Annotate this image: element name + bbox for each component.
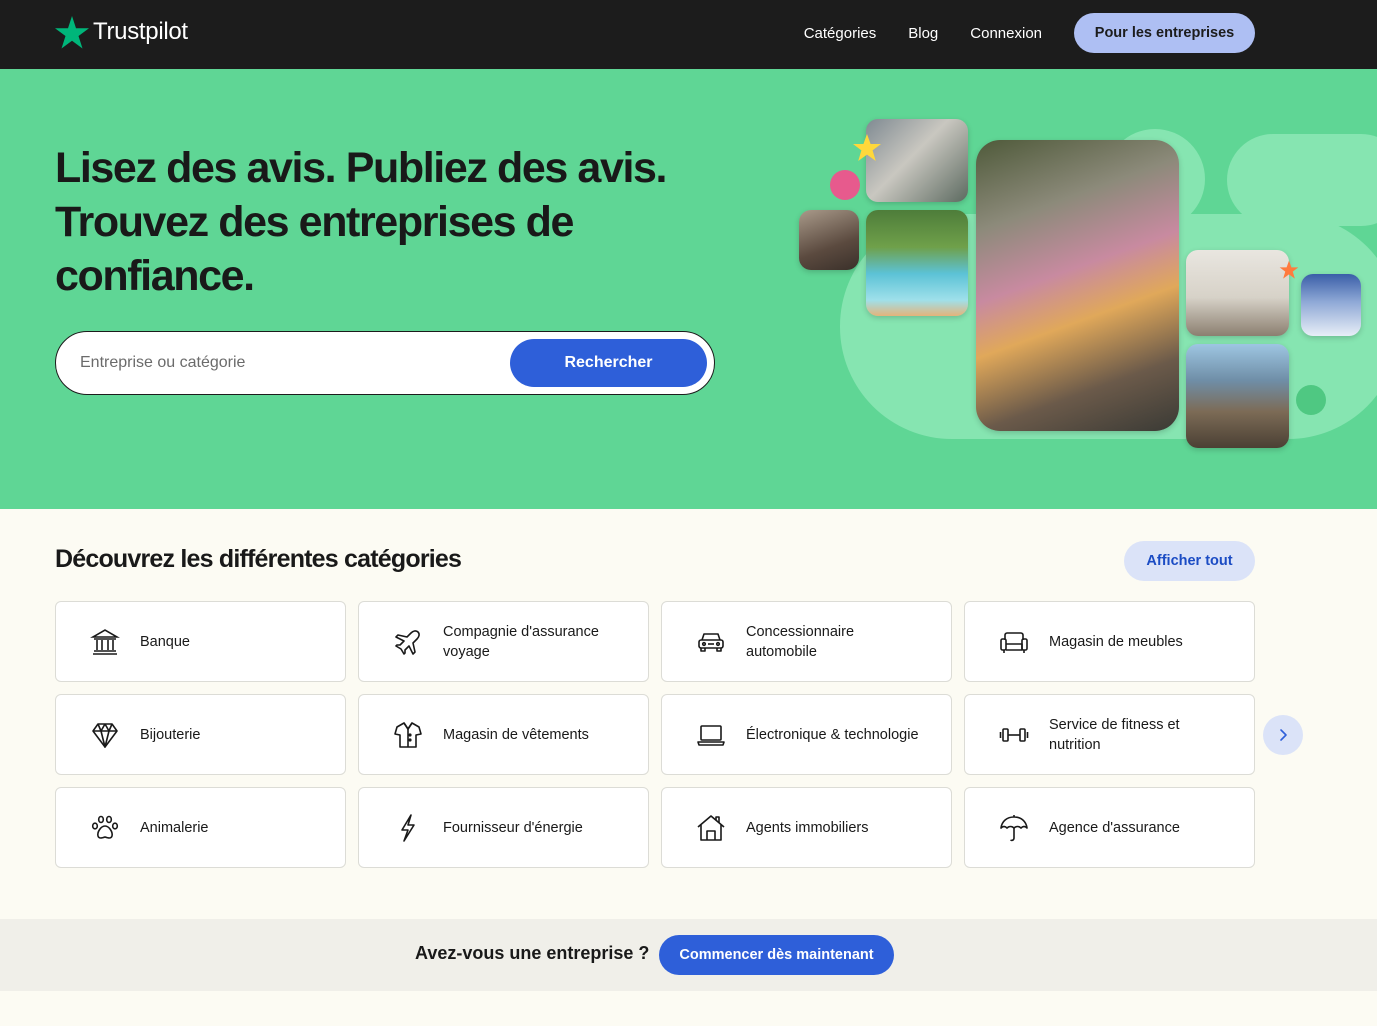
business-cta-band: Avez-vous une entreprise ? Commencer dès… — [0, 919, 1377, 991]
category-label: Concessionnaire automobile — [746, 623, 855, 660]
sofa-icon — [998, 626, 1030, 658]
category-card-insurance-agency[interactable]: Agence d'assurance — [964, 787, 1255, 868]
airplane-icon — [392, 626, 424, 658]
trustpilot-star-icon — [55, 15, 89, 48]
trustpilot-logo[interactable]: Trustpilot — [55, 14, 188, 50]
chevron-right-icon — [1280, 729, 1287, 741]
category-label: Électronique & technologie — [746, 726, 919, 743]
show-all-button[interactable]: Afficher tout — [1124, 541, 1255, 581]
category-card-travel-insurance[interactable]: Compagnie d'assurance voyage — [358, 601, 649, 682]
hero-title-line-3: confiance. — [55, 252, 255, 300]
laptop-icon — [695, 719, 727, 751]
category-label: Bijouterie — [140, 726, 201, 743]
category-card-car-dealer[interactable]: Concessionnaire automobile — [661, 601, 952, 682]
category-label: Compagnie d'assurance voyage — [443, 623, 599, 660]
search-bar: Rechercher — [55, 331, 715, 395]
nav-blog-link[interactable]: Blog — [908, 25, 938, 42]
get-started-button[interactable]: Commencer dès maintenant — [659, 935, 894, 975]
category-label: Agence d'assurance — [1049, 819, 1180, 836]
categories-next-button[interactable] — [1263, 715, 1303, 755]
dumbbell-icon — [998, 719, 1030, 751]
category-card-jewelry[interactable]: Bijouterie — [55, 694, 346, 775]
business-question-text: Avez-vous une entreprise ? — [415, 943, 650, 963]
shirt-icon — [392, 719, 424, 751]
category-card-clothing-store[interactable]: Magasin de vêtements — [358, 694, 649, 775]
for-businesses-button[interactable]: Pour les entreprises — [1074, 13, 1255, 53]
hero-photo-pool — [866, 210, 968, 316]
header-nav: Catégories Blog Connexion Pour les entre… — [804, 13, 1255, 53]
search-button[interactable]: Rechercher — [510, 339, 707, 387]
category-label: Magasin de vêtements — [443, 726, 589, 743]
yellow-star-icon — [853, 134, 881, 161]
nav-login-link[interactable]: Connexion — [970, 25, 1042, 42]
category-label: Banque — [140, 633, 190, 650]
category-card-energy-supplier[interactable]: Fournisseur d'énergie — [358, 787, 649, 868]
category-label: Agents immobiliers — [746, 819, 869, 836]
paw-icon — [89, 812, 121, 844]
lightning-icon — [392, 812, 424, 844]
diamond-icon — [89, 719, 121, 751]
hero-photo-portrait-man — [799, 210, 859, 270]
hero-photo-snow-landscape — [1301, 274, 1361, 336]
hero-photo-flower-shop — [976, 140, 1179, 431]
hero-photo-room-shelves — [1186, 250, 1289, 336]
category-card-real-estate[interactable]: Agents immobiliers — [661, 787, 952, 868]
hero-title-line-1: Lisez des avis. Publiez des avis. — [55, 144, 667, 192]
category-label: Animalerie — [140, 819, 209, 836]
category-label: Service de fitness et nutrition — [1049, 716, 1180, 753]
orange-star-icon — [1279, 260, 1299, 279]
nav-categories-link[interactable]: Catégories — [804, 25, 877, 42]
hero-photo-hiker-selfie — [1186, 344, 1289, 448]
car-icon — [695, 626, 727, 658]
search-input[interactable] — [78, 332, 498, 393]
categories-grid: Banque Compagnie d'assurance voyage Conc… — [55, 601, 1255, 868]
umbrella-icon — [998, 812, 1030, 844]
category-label: Fournisseur d'énergie — [443, 819, 583, 836]
hero-title: Lisez des avis. Publiez des avis. Trouve… — [55, 141, 745, 303]
house-icon — [695, 812, 727, 844]
logo-text: Trustpilot — [93, 18, 188, 45]
top-navigation-bar: Trustpilot Catégories Blog Connexion Pou… — [0, 0, 1377, 69]
category-card-fitness[interactable]: Service de fitness et nutrition — [964, 694, 1255, 775]
category-card-pet-store[interactable]: Animalerie — [55, 787, 346, 868]
category-label: Magasin de meubles — [1049, 633, 1183, 650]
hero-section: Lisez des avis. Publiez des avis. Trouve… — [0, 69, 1377, 509]
category-card-bank[interactable]: Banque — [55, 601, 346, 682]
bank-icon — [89, 626, 121, 658]
category-card-furniture-store[interactable]: Magasin de meubles — [964, 601, 1255, 682]
hero-title-line-2: Trouvez des entreprises de — [55, 198, 574, 246]
category-card-electronics[interactable]: Électronique & technologie — [661, 694, 952, 775]
categories-section-title: Découvrez les différentes catégories — [55, 545, 462, 573]
